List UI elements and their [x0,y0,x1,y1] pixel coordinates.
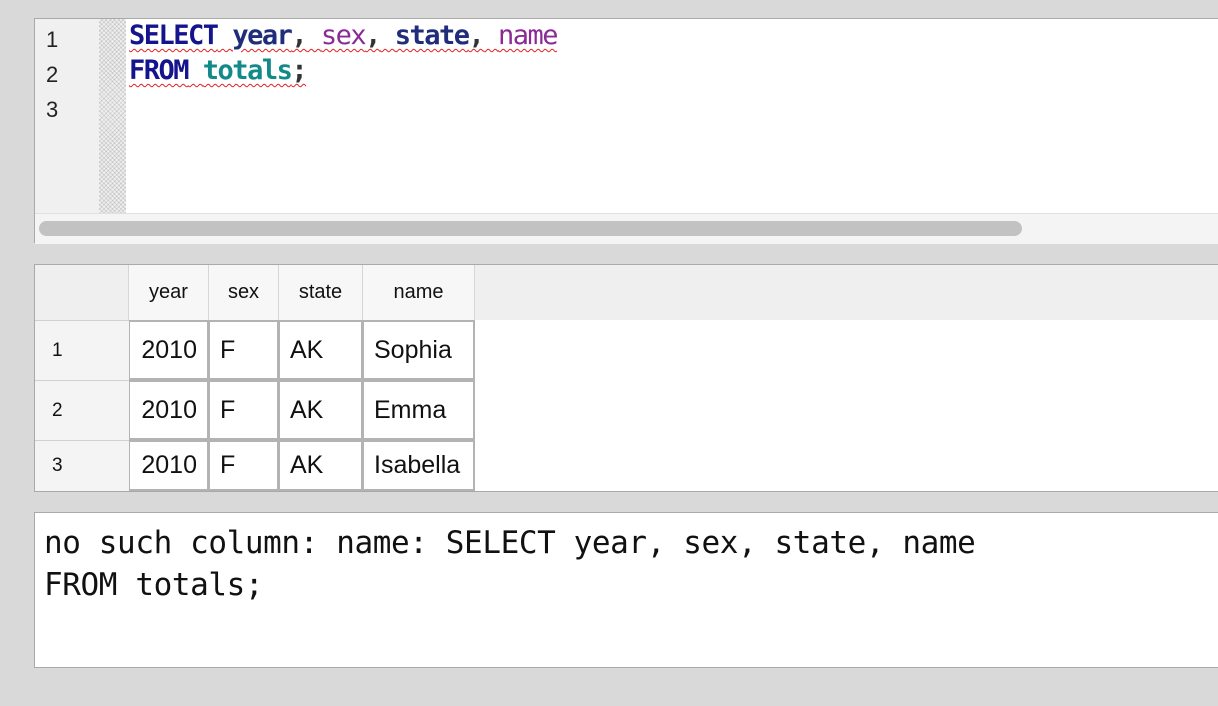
error-message-pane[interactable]: no such column: name: SELECT year, sex, … [34,512,1218,668]
error-message-line: FROM totals; [44,567,264,603]
identifier-name: name [498,20,559,51]
row-header[interactable]: 3 [35,440,129,491]
cell-state[interactable]: AK [279,320,363,380]
identifier-totals: totals [202,55,293,86]
keyword-select: SELECT [129,20,219,51]
line-number: 3 [46,97,59,122]
column-header-year[interactable]: year [129,265,209,320]
code-line-1[interactable]: SELECT year, sex, state, name [129,19,559,53]
row-header[interactable]: 1 [35,320,129,380]
comma: , [291,20,307,51]
code-line-2[interactable]: FROM totals; [129,54,308,88]
identifier-year: year [232,20,293,51]
line-number: 1 [46,27,59,52]
cell-sex[interactable]: F [209,380,279,440]
cell-state[interactable]: AK [279,440,363,491]
comma: , [365,20,381,51]
cell-name[interactable]: Isabella [363,440,475,491]
cell-name[interactable]: Emma [363,380,475,440]
column-header-state[interactable]: state [279,265,363,320]
line-number-gutter: 1 2 3 [35,19,100,213]
identifier-state: state [394,20,470,51]
cell-sex[interactable]: F [209,320,279,380]
results-grid[interactable]: year sex state name 1 2010 F AK Sophia 2… [34,264,1218,492]
keyword-from: FROM [129,55,190,86]
identifier-sex: sex [320,20,367,51]
sql-editor[interactable]: 1 2 3 SELECT year, sex, state, name FROM… [34,18,1218,244]
error-message-line: no such column: name: SELECT year, sex, … [44,525,976,561]
cell-name[interactable]: Sophia [363,320,475,380]
column-header-sex[interactable]: sex [209,265,279,320]
row-header[interactable]: 2 [35,380,129,440]
comma: , [468,20,484,51]
cell-sex[interactable]: F [209,440,279,491]
cell-state[interactable]: AK [279,380,363,440]
horizontal-scrollbar[interactable] [35,213,1218,244]
cell-year[interactable]: 2010 [129,380,209,440]
corner-header [35,265,129,320]
cell-year[interactable]: 2010 [129,320,209,380]
column-header-name[interactable]: name [363,265,475,320]
semicolon: ; [291,55,307,86]
scrollbar-thumb[interactable] [39,221,1022,236]
line-number: 2 [46,62,59,87]
cell-year[interactable]: 2010 [129,440,209,491]
fold-margin [99,19,126,213]
